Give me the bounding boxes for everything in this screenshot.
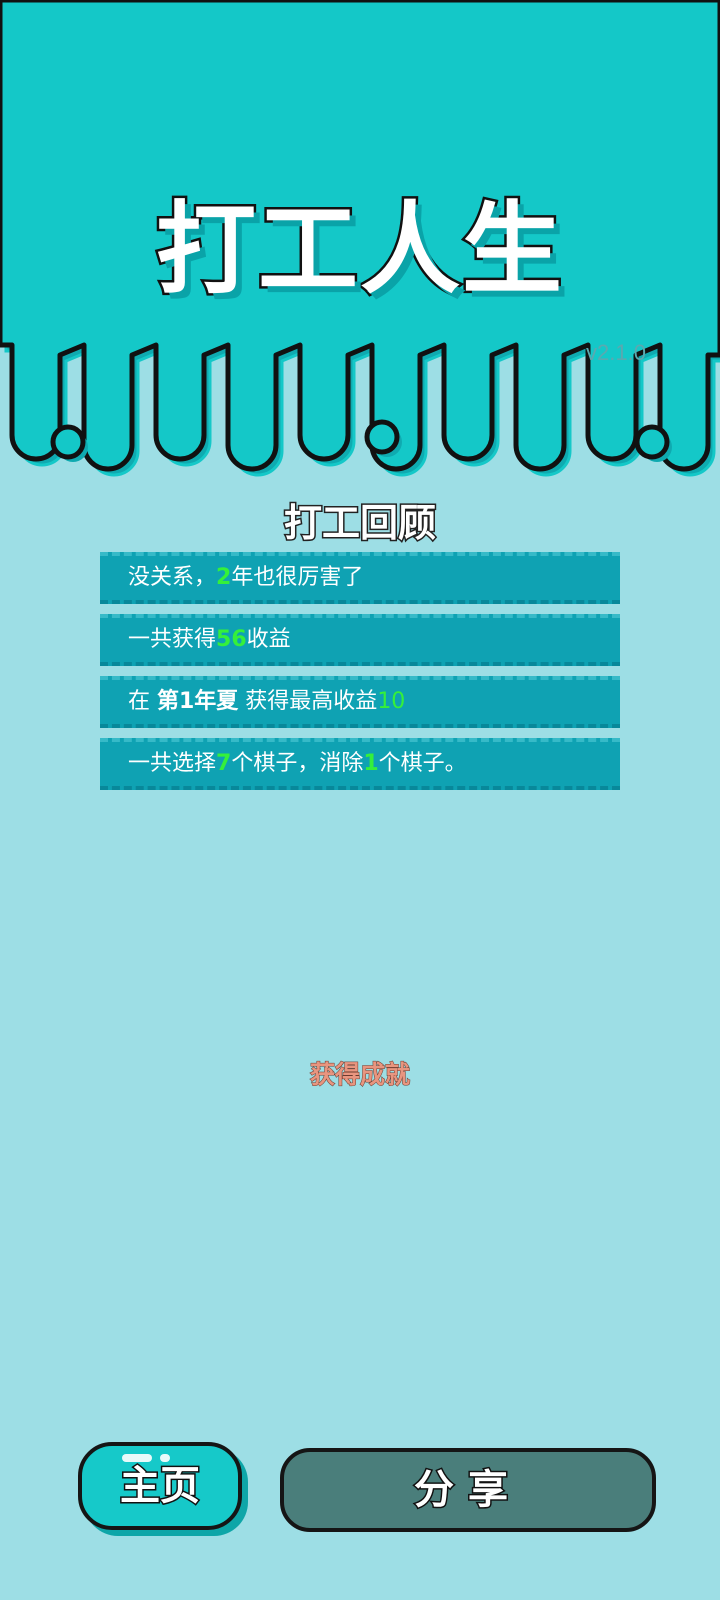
income-value: 56: [216, 627, 247, 652]
button-shine-dot: [160, 1454, 170, 1462]
drip-dot: [50, 424, 86, 460]
stat-row-total-income: 一共获得56收益: [100, 614, 620, 666]
pieces-middle: 个棋子，消除: [231, 751, 364, 776]
income-prefix: 一共获得: [128, 627, 217, 652]
pieces-suffix: 个棋子。: [378, 751, 467, 776]
stat-row-max-income: 在 第1年夏 获得最高收益10: [100, 676, 620, 728]
pieces-removed: 1: [363, 751, 379, 776]
pieces-prefix: 一共选择: [128, 751, 217, 776]
game-title: 打工人生: [154, 189, 565, 311]
income-suffix: 收益: [246, 627, 291, 652]
drip-dot: [634, 424, 670, 460]
years-prefix: 没关系，: [128, 565, 217, 590]
max-middle: 获得最高收益: [238, 689, 378, 714]
version-label: v2.1.0: [586, 340, 646, 365]
max-prefix: 在: [128, 689, 157, 714]
home-button-label: 主页: [119, 1462, 202, 1511]
review-title: 打工回顾: [282, 500, 437, 547]
years-suffix: 年也很厉害了: [231, 565, 364, 590]
drip-dot: [364, 419, 400, 455]
achievement-label: 获得成就: [309, 1060, 410, 1090]
stat-row-years: 没关系，2年也很厉害了: [100, 552, 620, 604]
years-value: 2: [216, 565, 232, 590]
share-button-label: 分享: [413, 1466, 522, 1515]
max-value: 10: [377, 689, 406, 714]
max-period: 第1年夏: [157, 689, 239, 714]
home-button[interactable]: 主页: [78, 1442, 242, 1530]
stat-row-pieces: 一共选择7个棋子，消除1个棋子。: [100, 738, 620, 790]
share-button[interactable]: 分享: [280, 1448, 656, 1532]
pieces-chosen: 7: [216, 751, 232, 776]
button-shine: [122, 1454, 152, 1462]
